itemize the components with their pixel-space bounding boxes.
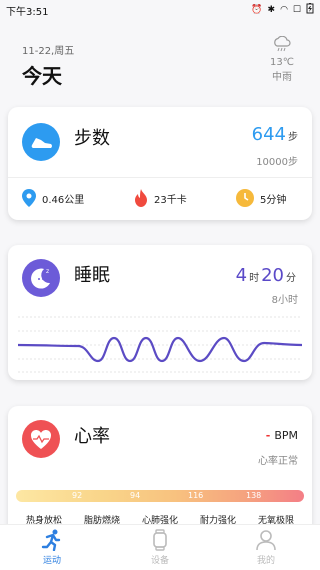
status-icons: ⏰ ✱ ◠ ☐ — [251, 3, 314, 17]
nav-label: 运动 — [42, 556, 61, 566]
sleep-duration: 4 时 20 分 — [236, 265, 298, 286]
rain-cloud-icon — [274, 35, 291, 52]
sleep-title: 睡眠 — [74, 265, 110, 286]
moon-icon: z — [22, 259, 60, 297]
distance-value: 0.46公里 — [42, 194, 85, 206]
sleep-minutes: 20 — [261, 265, 284, 286]
clock-icon — [236, 189, 254, 207]
sleep-hours: 4 — [235, 265, 248, 286]
steps-unit: 步 — [288, 132, 298, 143]
person-icon — [256, 530, 276, 551]
duration-stat: 5分钟 — [236, 189, 286, 207]
svg-text:z: z — [46, 268, 49, 275]
zone-threshold: 138 — [246, 491, 262, 500]
sleep-wave-chart — [18, 316, 302, 373]
weather-condition: 中雨 — [272, 72, 292, 83]
heart-rate-number: - — [265, 429, 271, 442]
zone-threshold: 116 — [188, 491, 204, 500]
calories-value: 23千卡 — [154, 194, 187, 206]
heart-rate-unit: BPM — [274, 429, 298, 442]
status-bar: 下午3:51 ⏰ ✱ ◠ ☐ — [0, 0, 320, 18]
sleep-hours-unit: 时 — [249, 273, 260, 284]
shoe-icon — [22, 123, 60, 161]
bottom-nav: 运动 设备 我的 — [0, 524, 320, 570]
nav-item-exercise[interactable]: 运动 — [22, 529, 82, 566]
steps-goal: 10000步 — [256, 157, 298, 168]
watch-icon — [153, 529, 167, 551]
steps-count: 644 步 — [252, 124, 298, 145]
alarm-icon: ⏰ — [251, 5, 263, 15]
calories-stat: 23千卡 — [134, 189, 187, 207]
bluetooth-icon: ✱ — [267, 5, 276, 15]
steps-title: 步数 — [74, 128, 110, 149]
duration-value: 5分钟 — [260, 194, 287, 206]
page-title: 今天 — [22, 64, 62, 88]
nav-item-device[interactable]: 设备 — [130, 529, 190, 566]
zone-threshold: 94 — [130, 491, 141, 500]
heart-zone-bar: 92 94 116 138 — [16, 490, 304, 502]
battery-icon — [306, 3, 314, 17]
flame-icon — [135, 189, 147, 207]
nav-label: 我的 — [256, 556, 275, 566]
heart-rate-value: - BPM — [266, 429, 298, 442]
wifi-icon: ◠ — [280, 5, 288, 15]
weather-widget[interactable]: 13℃ 中雨 — [262, 35, 302, 83]
heart-icon — [22, 420, 60, 458]
sleep-card[interactable]: z 睡眠 4 时 20 分 8小时 — [8, 245, 312, 380]
steps-number: 644 — [251, 124, 286, 145]
weather-temp: 13℃ — [270, 57, 294, 68]
nfc-icon: ☐ — [292, 5, 301, 15]
sleep-goal: 8小时 — [271, 295, 298, 306]
distance-stat: 0.46公里 — [22, 189, 84, 207]
heart-status: 心率正常 — [258, 456, 298, 467]
location-pin-icon — [22, 189, 36, 207]
status-time: 下午3:51 — [6, 7, 49, 18]
header-date: 11-22,周五 — [22, 46, 75, 57]
sleep-minutes-unit: 分 — [286, 273, 296, 284]
divider — [8, 177, 312, 178]
nav-label: 设备 — [150, 556, 169, 566]
running-icon — [41, 529, 61, 551]
steps-card[interactable]: 步数 644 步 10000步 0.46公里 23千卡 5分钟 — [8, 107, 312, 220]
zone-threshold: 92 — [72, 491, 83, 500]
heart-title: 心率 — [74, 426, 110, 447]
nav-item-profile[interactable]: 我的 — [236, 529, 296, 566]
